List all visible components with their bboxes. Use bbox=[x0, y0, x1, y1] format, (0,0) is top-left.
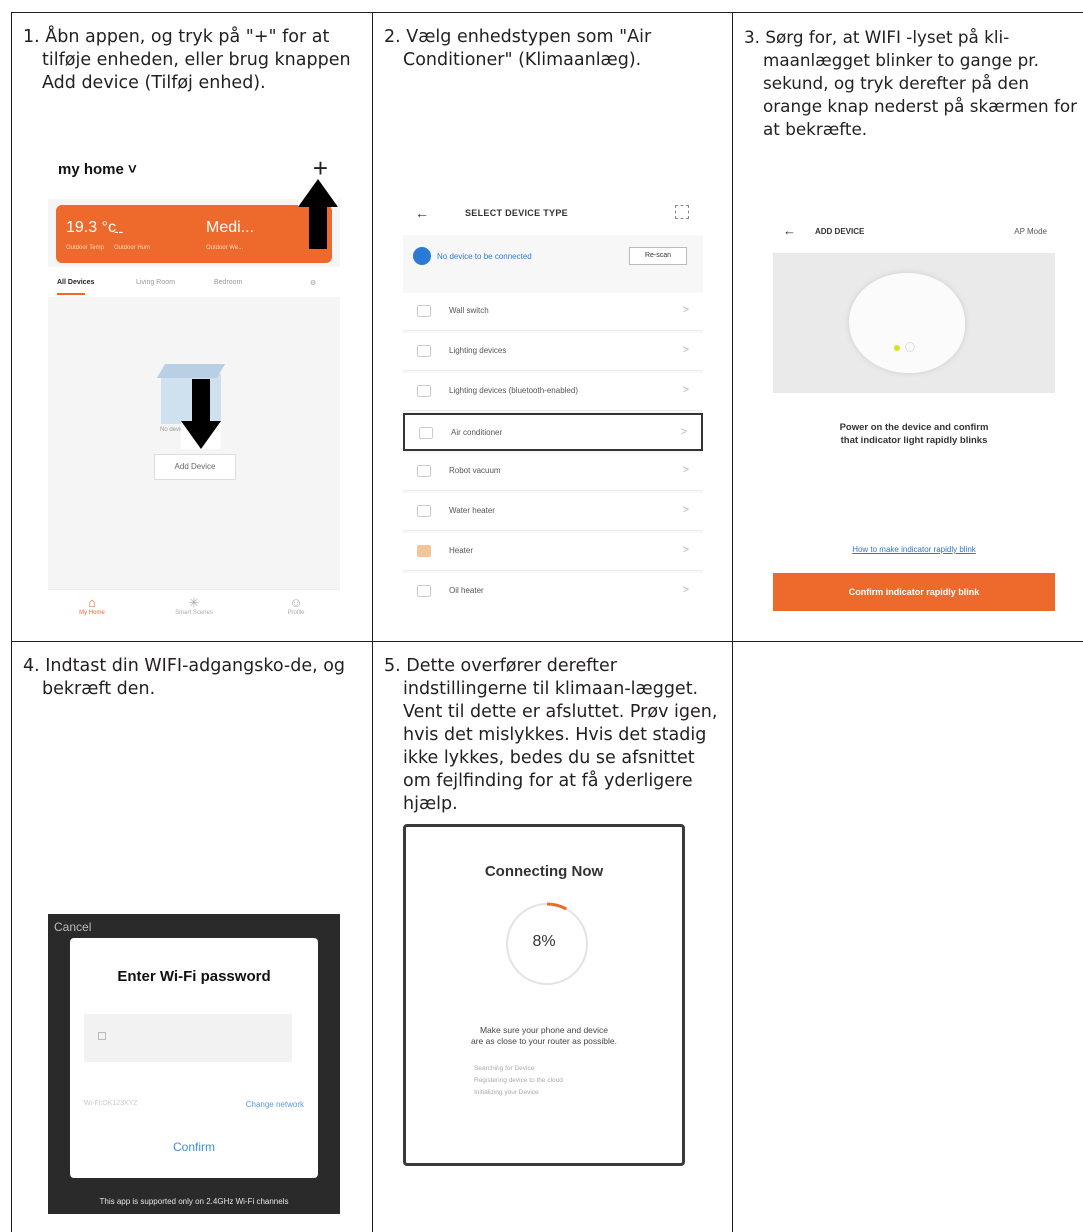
temp-caption: Outdoor Temp bbox=[66, 245, 104, 251]
chevron-right-icon: > bbox=[682, 584, 689, 596]
scene-icon: ✳ bbox=[188, 595, 200, 610]
device-illustration bbox=[773, 253, 1055, 393]
humidity-caption: Outdoor Hum bbox=[114, 245, 151, 251]
wifi-ssid: Wi-Fi:OK123XYZ bbox=[84, 1100, 138, 1107]
top-bar: ← ADD DEVICE AP Mode bbox=[773, 213, 1055, 251]
water-heater-icon bbox=[417, 505, 431, 517]
lock-icon bbox=[98, 1032, 106, 1040]
back-arrow-icon[interactable]: ← bbox=[783, 223, 796, 238]
step-2-text: 2. Vælg enhedstypen som "Air Conditioner… bbox=[384, 27, 652, 70]
cancel-button[interactable]: Cancel bbox=[54, 920, 91, 934]
status-registering: Registering device to the cloud bbox=[474, 1077, 563, 1084]
scan-icon[interactable] bbox=[675, 205, 689, 219]
nav-smart-scenes[interactable]: ✳ Smart Scenes bbox=[164, 595, 224, 617]
weather-card: 19.3 °c -- Medi... Outdoor Temp Outdoor … bbox=[56, 205, 332, 263]
bulb-icon bbox=[417, 345, 431, 357]
bluetooth-message: No device to be connected bbox=[437, 252, 532, 261]
chevron-right-icon: > bbox=[682, 464, 689, 476]
step-cell-5: 5. Dette overfører derefter indstillinge… bbox=[373, 642, 732, 1232]
tab-living-room[interactable]: Living Room bbox=[136, 279, 175, 286]
top-bar: ← SELECT DEVICE TYPE bbox=[403, 193, 703, 235]
status-searching: Searching for Device bbox=[474, 1065, 535, 1072]
nav-my-home[interactable]: ⌂ My Home bbox=[62, 595, 122, 617]
confirm-button[interactable]: Confirm bbox=[70, 1140, 318, 1154]
vacuum-icon bbox=[417, 465, 431, 477]
password-dialog: Enter Wi-Fi password Wi-Fi:OK123XYZ Chan… bbox=[70, 938, 318, 1178]
room-tabs: All Devices Living Room Bedroom ⚙ bbox=[48, 267, 340, 297]
list-item[interactable]: Lighting devices (bluetooth-enabled) > bbox=[403, 373, 703, 411]
screen-title: SELECT DEVICE TYPE bbox=[465, 208, 568, 218]
nav-profile[interactable]: ☺ Profile bbox=[266, 595, 326, 617]
weather-value: Medi... bbox=[206, 219, 255, 236]
step-cell-4: 4. Indtast din WIFI-adgangsko-de, og bek… bbox=[12, 642, 372, 1232]
empty-cell bbox=[733, 642, 1083, 1232]
device-shape bbox=[849, 273, 965, 373]
app-home-screenshot: my home ˅ + 19.3 °c -- Medi... Outdoor T… bbox=[48, 149, 340, 629]
step-5-text: 5. Dette overfører derefter indstillinge… bbox=[384, 656, 718, 814]
ac-icon bbox=[419, 427, 433, 439]
step-1-text: 1. Åbn appen, og tryk på "+" for at tilf… bbox=[23, 27, 351, 93]
switch-icon bbox=[417, 305, 431, 317]
chevron-right-icon: > bbox=[682, 304, 689, 316]
step-cell-2: 2. Vælg enhedstypen som "Air Conditioner… bbox=[373, 13, 732, 641]
indicator-light-icon bbox=[894, 345, 900, 351]
humidity-value: -- bbox=[114, 223, 124, 239]
instruction-grid: 1. Åbn appen, og tryk på "+" for at tilf… bbox=[11, 12, 1083, 1232]
step-cell-3: 3. Sørg for, at WIFI -lyset på kli-maanl… bbox=[733, 13, 1083, 641]
chevron-right-icon: > bbox=[680, 426, 687, 438]
footer-note: This app is supported only on 2.4GHz Wi-… bbox=[99, 1197, 289, 1206]
add-device-screenshot: ← ADD DEVICE AP Mode Power on the device… bbox=[773, 213, 1055, 615]
back-arrow-icon[interactable]: ← bbox=[415, 205, 429, 221]
list-item-air-conditioner[interactable]: Air conditioner > bbox=[403, 413, 703, 451]
status-initializing: Initializing your Device bbox=[474, 1089, 539, 1096]
wifi-password-screenshot: Cancel Enter Wi-Fi password Wi-Fi:OK123X… bbox=[48, 914, 340, 1214]
active-tab-indicator bbox=[57, 293, 85, 295]
chevron-right-icon: > bbox=[682, 344, 689, 356]
ap-mode-link[interactable]: AP Mode bbox=[1014, 227, 1047, 236]
progress-percent: 8% bbox=[532, 933, 556, 950]
tab-bedroom[interactable]: Bedroom bbox=[214, 279, 242, 286]
screen-title: ADD DEVICE bbox=[815, 227, 865, 236]
step-3-text: 3. Sørg for, at WIFI -lyset på kli-maanl… bbox=[744, 27, 1078, 139]
step-4-text: 4. Indtast din WIFI-adgangsko-de, og bek… bbox=[23, 656, 346, 699]
list-item[interactable]: Wall switch > bbox=[403, 293, 703, 331]
rescan-button[interactable]: Re-scan bbox=[629, 247, 687, 265]
indicator-ring-icon bbox=[905, 342, 915, 352]
bulb-icon bbox=[417, 385, 431, 397]
list-item[interactable]: Heater > bbox=[403, 533, 703, 571]
home-title[interactable]: my home ˅ bbox=[58, 161, 137, 178]
chevron-right-icon: > bbox=[682, 384, 689, 396]
arrow-down-icon bbox=[181, 379, 221, 449]
instruction-message: Power on the device and confirm that ind… bbox=[839, 422, 989, 446]
chevron-right-icon: > bbox=[682, 504, 689, 516]
oil-heater-icon bbox=[417, 585, 431, 597]
add-device-button[interactable]: Add Device bbox=[154, 454, 236, 480]
list-item[interactable]: Lighting devices > bbox=[403, 333, 703, 371]
proximity-message: Make sure your phone and device are as c… bbox=[471, 1025, 617, 1046]
tab-all-devices[interactable]: All Devices bbox=[57, 279, 94, 286]
weather-caption: Outdoor We... bbox=[206, 245, 244, 251]
bottom-nav: ⌂ My Home ✳ Smart Scenes ☺ Profile bbox=[48, 589, 340, 629]
arrow-up-icon bbox=[298, 179, 338, 249]
password-field[interactable] bbox=[84, 1014, 292, 1062]
heater-icon bbox=[417, 545, 431, 557]
temp-value: 19.3 °c bbox=[66, 219, 116, 236]
chevron-right-icon: > bbox=[682, 544, 689, 556]
list-item[interactable]: Robot vacuum > bbox=[403, 453, 703, 491]
profile-icon: ☺ bbox=[289, 595, 303, 610]
help-link[interactable]: How to make indicator rapidly blink bbox=[773, 545, 1055, 554]
list-item[interactable]: Oil heater > bbox=[403, 573, 703, 609]
app-header: my home ˅ + bbox=[48, 149, 340, 199]
select-device-type-screenshot: ← SELECT DEVICE TYPE No device to be con… bbox=[403, 193, 703, 609]
connecting-screenshot: Connecting Now 8% Make sure your phone a… bbox=[403, 824, 685, 1166]
change-network-link[interactable]: Change network bbox=[246, 1100, 304, 1109]
gear-icon[interactable]: ⚙ bbox=[310, 279, 316, 287]
bluetooth-icon bbox=[413, 247, 431, 265]
confirm-blink-button[interactable]: Confirm indicator rapidly blink bbox=[773, 573, 1055, 611]
list-item[interactable]: Water heater > bbox=[403, 493, 703, 531]
dialog-title: Enter Wi-Fi password bbox=[117, 968, 271, 985]
connecting-title: Connecting Now bbox=[484, 863, 604, 880]
home-icon: ⌂ bbox=[88, 595, 96, 610]
step-cell-1: 1. Åbn appen, og tryk på "+" for at tilf… bbox=[12, 13, 372, 641]
